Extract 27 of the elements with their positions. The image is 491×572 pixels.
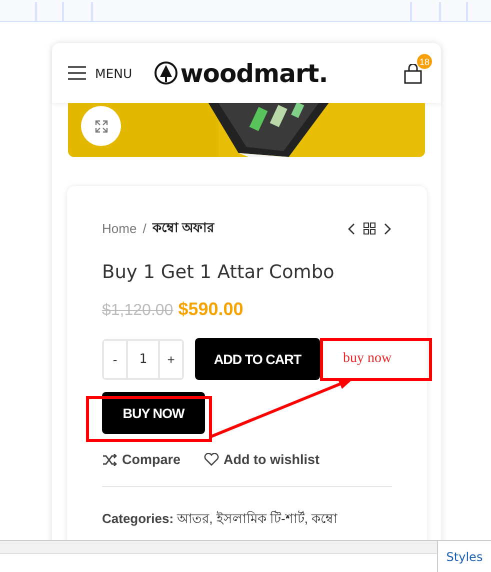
- menu-icon: [68, 66, 86, 80]
- breadcrumb-link[interactable]: কম্বো অফার: [152, 218, 214, 239]
- buy-now-link[interactable]: buy now: [343, 351, 392, 367]
- breadcrumb-separator: /: [142, 221, 146, 236]
- product-title: Buy 1 Get 1 Attar Combo: [102, 262, 336, 283]
- heart-icon: [204, 453, 219, 466]
- sale-price: $590.00: [178, 299, 244, 320]
- logo[interactable]: woodmart.: [180, 58, 328, 88]
- quantity-stepper[interactable]: - 1 +: [102, 338, 184, 380]
- horizontal-scrollbar[interactable]: [0, 541, 437, 554]
- shuffle-icon: [102, 454, 117, 466]
- wishlist-link[interactable]: Add to wishlist: [204, 452, 320, 467]
- quantity-field[interactable]: 1: [126, 340, 160, 378]
- chevron-right-icon[interactable]: [384, 222, 392, 234]
- compare-link[interactable]: Compare: [102, 452, 181, 467]
- shopping-bag-icon[interactable]: [403, 64, 423, 84]
- old-price: $1,120.00: [102, 302, 174, 320]
- categories-text: Categories: আতর, ইসলামিক টি-শার্ট, কম্বো: [102, 510, 339, 528]
- grid-icon[interactable]: [363, 222, 376, 235]
- add-to-cart-button[interactable]: ADD TO CART: [195, 338, 320, 380]
- breadcrumb-link[interactable]: Home: [102, 221, 137, 236]
- cart-count-badge: 18: [417, 54, 432, 69]
- expand-icon: [94, 120, 108, 132]
- tree-icon: [154, 60, 178, 86]
- buy-now-button[interactable]: BUY NOW: [102, 392, 205, 434]
- menu-button[interactable]: MENU: [68, 66, 132, 80]
- chevron-left-icon[interactable]: [347, 222, 355, 234]
